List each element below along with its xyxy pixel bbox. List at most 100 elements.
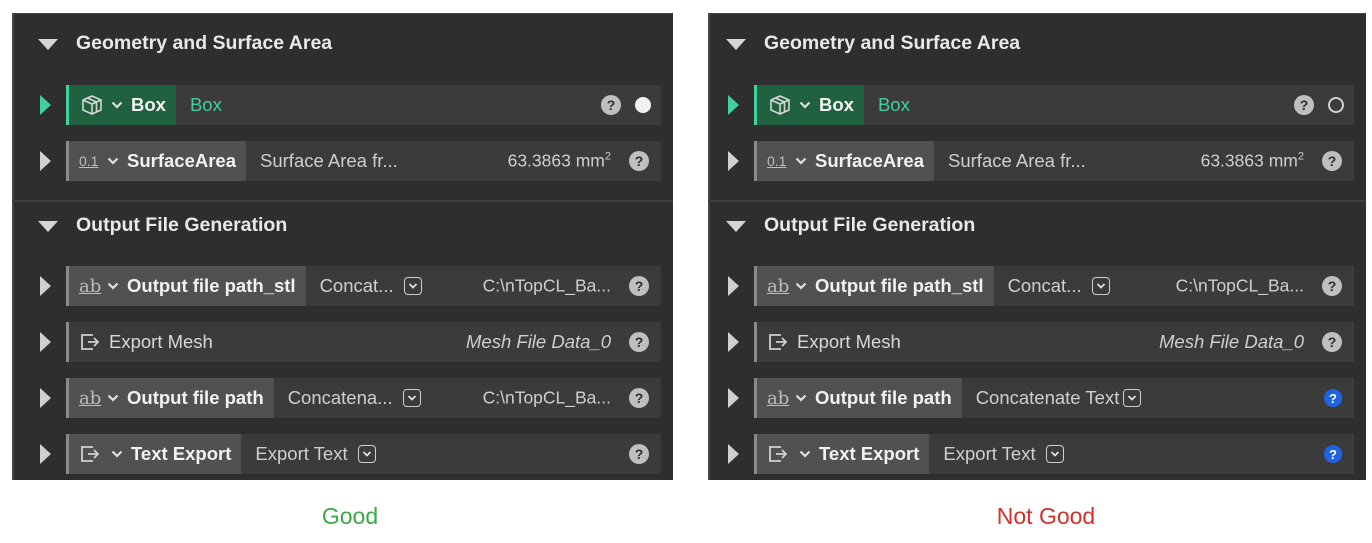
collapse-triangle-icon[interactable] (726, 221, 746, 232)
node-row-surfacearea[interactable]: 0.1 SurfaceArea Surface Area fr... 63.38… (708, 141, 1366, 181)
collapse-triangle-icon[interactable] (726, 39, 746, 50)
expand-arrow-icon[interactable] (40, 151, 51, 171)
expand-arrow-icon[interactable] (728, 332, 739, 352)
export-icon (79, 442, 109, 466)
help-icon[interactable]: ? (1294, 95, 1314, 115)
node-row-box[interactable]: Box Box ? (708, 85, 1366, 125)
export-icon (767, 442, 797, 466)
node-chip-output-file-path-stl[interactable]: ab Output file path_stl (66, 266, 306, 306)
node-row-box[interactable]: Box Box ? (12, 85, 673, 125)
dropdown-icon[interactable] (1091, 277, 1110, 295)
node-panel-not-good: Geometry and Surface Area Box Box ? 0.1 … (708, 13, 1366, 480)
chevron-down-icon[interactable] (111, 100, 123, 110)
chevron-down-icon[interactable] (799, 449, 811, 459)
expand-arrow-icon[interactable] (728, 388, 739, 408)
section-header-output[interactable]: Output File Generation (708, 198, 1366, 254)
collapse-triangle-icon[interactable] (38, 39, 58, 50)
help-icon[interactable]: ? (629, 276, 649, 296)
chevron-down-icon[interactable] (107, 393, 119, 403)
help-icon[interactable]: ? (629, 388, 649, 408)
output-value: Mesh File Data_0 (1159, 331, 1304, 352)
expand-arrow-icon[interactable] (728, 95, 739, 115)
node-value: Box (877, 94, 910, 115)
node-chip-export-mesh[interactable]: Export Mesh (66, 322, 223, 362)
output-value: C:\nTopCL_Ba... (482, 387, 611, 408)
node-name: SurfaceArea (815, 150, 925, 171)
help-icon[interactable]: ? (629, 444, 649, 464)
node-chip-output-file-path-stl[interactable]: ab Output file path_stl (754, 266, 994, 306)
chevron-down-icon[interactable] (795, 393, 807, 403)
section-header-output[interactable]: Output File Generation (12, 198, 673, 254)
help-icon[interactable]: ? (1322, 151, 1342, 171)
help-icon[interactable]: ? (1322, 332, 1342, 352)
node-row-surfacearea[interactable]: 0.1 SurfaceArea Surface Area fr... 63.38… (12, 141, 673, 181)
help-icon[interactable]: ? (601, 95, 621, 115)
output-value: C:\nTopCL_Ba... (1175, 275, 1304, 296)
node-row-output-file-path-stl[interactable]: ab Output file path_stl Concat... C:\nTo… (708, 266, 1366, 306)
collapse-triangle-icon[interactable] (38, 221, 58, 232)
chevron-down-icon[interactable] (107, 156, 119, 166)
node-name: Box (819, 94, 854, 115)
chevron-down-icon[interactable] (107, 281, 119, 291)
node-row-output-file-path[interactable]: ab Output file path Concatenate Text ? (708, 378, 1366, 418)
text-type-icon: ab (767, 275, 790, 297)
node-value: Concatena... (288, 387, 421, 409)
node-chip-surfacearea[interactable]: 0.1 SurfaceArea (754, 141, 935, 181)
dropdown-icon[interactable] (402, 389, 421, 407)
expand-arrow-icon[interactable] (40, 95, 51, 115)
status-dot-ring-icon[interactable] (1328, 97, 1344, 113)
node-name: Text Export (819, 443, 920, 464)
expand-arrow-icon[interactable] (728, 276, 739, 296)
expand-arrow-icon[interactable] (40, 444, 51, 464)
node-name: Output file path_stl (127, 275, 296, 296)
node-chip-output-file-path[interactable]: ab Output file path (754, 378, 962, 418)
node-chip-box[interactable]: Box (66, 85, 176, 125)
section-title: Output File Generation (764, 214, 976, 237)
node-row-output-file-path[interactable]: ab Output file path Concatena... C:\nTop… (12, 378, 673, 418)
node-chip-box[interactable]: Box (754, 85, 864, 125)
node-row-text-export[interactable]: Text Export Export Text ? (12, 434, 673, 474)
node-row-export-mesh[interactable]: Export Mesh Mesh File Data_0 ? (708, 322, 1366, 362)
node-name: Output file path_stl (815, 275, 984, 296)
expand-arrow-icon[interactable] (728, 444, 739, 464)
status-dot-filled-icon[interactable] (635, 97, 651, 113)
help-icon[interactable]: ? (629, 332, 649, 352)
help-icon[interactable]: ? (1322, 276, 1342, 296)
chevron-down-icon[interactable] (799, 100, 811, 110)
dropdown-icon[interactable] (1123, 389, 1142, 407)
export-icon (79, 330, 109, 354)
chevron-down-icon[interactable] (795, 281, 807, 291)
node-chip-text-export[interactable]: Text Export (754, 434, 930, 474)
node-chip-text-export[interactable]: Text Export (66, 434, 242, 474)
node-name: Box (131, 94, 166, 115)
output-value: Mesh File Data_0 (466, 331, 611, 352)
help-icon[interactable]: ? (1324, 389, 1342, 407)
dropdown-icon[interactable] (403, 277, 422, 295)
node-chip-surfacearea[interactable]: 0.1 SurfaceArea (66, 141, 247, 181)
expand-arrow-icon[interactable] (40, 388, 51, 408)
expand-arrow-icon[interactable] (40, 332, 51, 352)
expand-arrow-icon[interactable] (728, 151, 739, 171)
node-value: Concat... (1008, 275, 1110, 297)
help-icon[interactable]: ? (629, 151, 649, 171)
node-name: Output file path (815, 387, 952, 408)
node-row-text-export[interactable]: Text Export Export Text ? (708, 434, 1366, 474)
expand-arrow-icon[interactable] (40, 276, 51, 296)
node-row-export-mesh[interactable]: Export Mesh Mesh File Data_0 ? (12, 322, 673, 362)
node-row-output-file-path-stl[interactable]: ab Output file path_stl Concat... C:\nTo… (12, 266, 673, 306)
node-value: Export Text (255, 443, 376, 465)
help-icon[interactable]: ? (1324, 445, 1342, 463)
chevron-down-icon[interactable] (795, 156, 807, 166)
node-value: Concat... (320, 275, 422, 297)
node-name: SurfaceArea (127, 150, 237, 171)
dropdown-icon[interactable] (357, 445, 376, 463)
section-header-geometry[interactable]: Geometry and Surface Area (708, 16, 1366, 72)
node-chip-export-mesh[interactable]: Export Mesh (754, 322, 911, 362)
chevron-down-icon[interactable] (111, 449, 123, 459)
node-chip-output-file-path[interactable]: ab Output file path (66, 378, 274, 418)
box-geometry-icon (767, 93, 797, 117)
dropdown-icon[interactable] (1045, 445, 1064, 463)
node-value: Surface Area fr... (260, 150, 398, 171)
section-title: Geometry and Surface Area (764, 32, 1021, 55)
section-header-geometry[interactable]: Geometry and Surface Area (12, 16, 673, 72)
